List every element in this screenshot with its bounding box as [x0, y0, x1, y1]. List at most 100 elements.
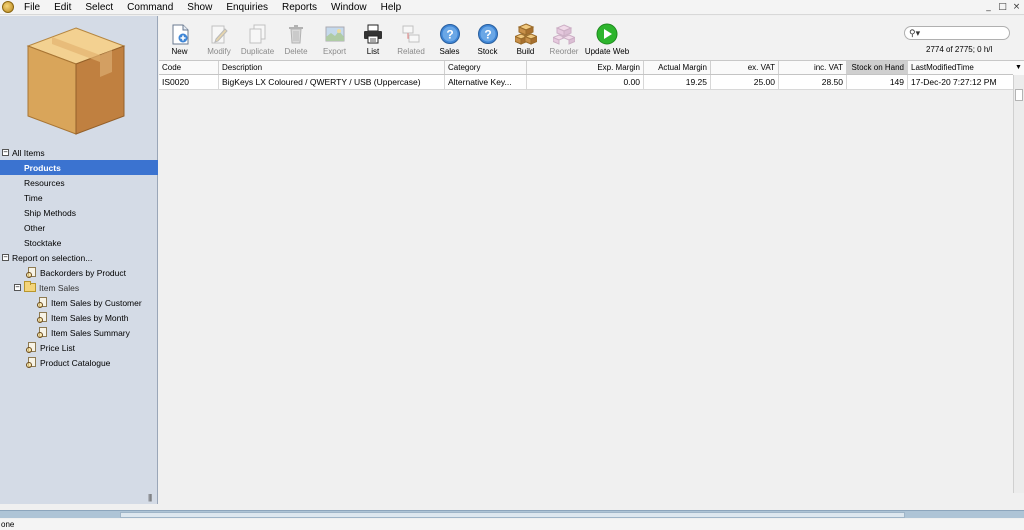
sidebar-item-time[interactable]: Time [0, 190, 158, 205]
collapse-icon[interactable]: − [2, 254, 9, 261]
collapse-icon[interactable]: − [14, 284, 21, 291]
sidebar-resize-grip[interactable]: ||| [148, 493, 152, 502]
toolbar-label: Duplicate [240, 47, 275, 56]
column-header-lastmodifiedtime[interactable]: LastModifiedTime [908, 61, 1014, 74]
sidebar-item-backorders-by-product[interactable]: Backorders by Product [0, 265, 158, 280]
menu-show[interactable]: Show [187, 1, 212, 14]
menu-reports[interactable]: Reports [282, 1, 317, 14]
sidebar-item-stocktake[interactable]: Stocktake [0, 235, 158, 250]
close-icon[interactable]: × [1011, 1, 1022, 12]
column-header-ex-vat[interactable]: ex. VAT [711, 61, 779, 74]
column-menu-button[interactable]: ▼ [1013, 61, 1024, 75]
sidebar-item-label: Item Sales by Customer [51, 297, 142, 308]
table-cell: 17-Dec-20 7:27:12 PM [908, 75, 1014, 89]
sidebar-item-products[interactable]: Products [0, 160, 158, 175]
sidebar-item-label: Item Sales by Month [51, 312, 129, 323]
menu-help[interactable]: Help [381, 1, 402, 14]
sidebar-item-label: Products [24, 162, 61, 173]
sidebar-item-other[interactable]: Other [0, 220, 158, 235]
table-cell: 28.50 [779, 75, 847, 89]
menu-command[interactable]: Command [127, 1, 173, 14]
splitter-bar[interactable] [0, 510, 1024, 518]
new-button[interactable]: New [159, 16, 200, 58]
sales-button[interactable]: ? Sales [430, 16, 469, 58]
sidebar-item-ship-methods[interactable]: Ship Methods [0, 205, 158, 220]
related-icon [400, 23, 422, 45]
delete-button[interactable]: Delete [277, 16, 315, 58]
menu-edit[interactable]: Edit [54, 1, 71, 14]
modify-button[interactable]: Modify [200, 16, 238, 58]
build-button[interactable]: Build [506, 16, 545, 58]
report-icon [26, 342, 37, 353]
table-cell: 0.00 [527, 75, 644, 89]
sidebar-item-label: Item Sales Summary [51, 327, 130, 338]
search-field[interactable]: ⚲▾ [904, 26, 1010, 40]
report-icon [37, 297, 48, 308]
sidebar-item-item-sales-by-customer[interactable]: Item Sales by Customer [0, 295, 158, 310]
report-icon [26, 357, 37, 368]
grid-header: Code Description Category Exp. Margin Actual… [159, 61, 1024, 75]
item-grid: Code Description Category Exp. Margin Actual… [159, 60, 1024, 493]
minimize-icon[interactable]: _ [983, 1, 994, 12]
sidebar-item-resources[interactable]: Resources [0, 175, 158, 190]
sidebar-item-label: Other [24, 222, 46, 233]
list-button[interactable]: List [354, 16, 392, 58]
scrollbar-thumb[interactable] [1015, 89, 1023, 101]
sidebar-item-label: Backorders by Product [40, 267, 126, 278]
table-row[interactable]: IS0020 BigKeys LX Coloured / QWERTY / USB… [159, 75, 1014, 90]
app-icon[interactable] [2, 1, 14, 13]
svg-text:?: ? [446, 28, 453, 42]
table-cell: BigKeys LX Coloured / QWERTY / USB (Uppe… [219, 75, 445, 89]
column-header-category[interactable]: Category [445, 61, 527, 74]
column-header-inc-vat[interactable]: inc. VAT [779, 61, 847, 74]
export-button[interactable]: Export [315, 16, 354, 58]
toolbar-label: Sales [439, 47, 460, 56]
product-box-icon [26, 27, 126, 135]
menu-window[interactable]: Window [331, 1, 367, 14]
sidebar-item-item-sales-summary[interactable]: Item Sales Summary [0, 325, 158, 340]
table-cell: 19.25 [644, 75, 711, 89]
folder-icon [24, 281, 36, 292]
collapse-icon[interactable]: − [2, 149, 9, 156]
menu-enquiries[interactable]: Enquiries [226, 1, 268, 14]
sidebar-tree: − All Items Products Resources Time Ship Meth… [0, 145, 158, 370]
toolbar-label: Build [516, 47, 535, 56]
svg-text:?: ? [484, 28, 491, 42]
search-icon[interactable]: ⚲▾ [909, 28, 920, 39]
reorder-button[interactable]: Reorder [545, 16, 583, 58]
related-button[interactable]: Related [392, 16, 430, 58]
sidebar-item-label: Item Sales [39, 282, 80, 293]
sidebar-item-label: Resources [24, 177, 65, 188]
sidebar-item-report-on-selection[interactable]: − Report on selection... [0, 250, 158, 265]
sidebar-item-label: Ship Methods [24, 207, 76, 218]
column-header-exp-margin[interactable]: Exp. Margin [527, 61, 644, 74]
sidebar-item-all-items[interactable]: − All Items [0, 145, 158, 160]
status-bar: one [0, 519, 1024, 530]
sidebar-item-item-sales-by-month[interactable]: Item Sales by Month [0, 310, 158, 325]
restore-icon[interactable]: □ [997, 1, 1008, 12]
splitter-handle[interactable] [120, 512, 905, 518]
duplicate-button[interactable]: Duplicate [238, 16, 277, 58]
stock-button[interactable]: ? Stock [469, 16, 506, 58]
toolbar-label: Update Web [584, 47, 630, 56]
sidebar-item-price-list[interactable]: Price List [0, 340, 158, 355]
table-cell: 149 [847, 75, 908, 89]
sidebar-item-label: All Items [12, 147, 45, 158]
sidebar-item-item-sales[interactable]: − Item Sales [0, 280, 158, 295]
column-header-description[interactable]: Description [219, 61, 445, 74]
menu-file[interactable]: File [24, 1, 40, 14]
sidebar: − All Items Products Resources Time Ship Meth… [0, 16, 158, 504]
vertical-scrollbar[interactable] [1013, 75, 1024, 493]
menu-select[interactable]: Select [85, 1, 113, 14]
sidebar-item-product-catalogue[interactable]: Product Catalogue [0, 355, 158, 370]
column-header-actual-margin[interactable]: Actual Margin [644, 61, 711, 74]
window-controls: _ □ × [983, 1, 1022, 12]
update-web-button[interactable]: Update Web [583, 16, 631, 58]
toolbar-label: Export [322, 47, 347, 56]
column-header-stock-on-hand[interactable]: Stock on Hand [847, 61, 908, 74]
column-header-code[interactable]: Code [159, 61, 219, 74]
report-icon [26, 267, 37, 278]
report-icon [37, 327, 48, 338]
toolbar-label: Delete [284, 47, 308, 56]
toolbar-label: New [171, 47, 188, 56]
